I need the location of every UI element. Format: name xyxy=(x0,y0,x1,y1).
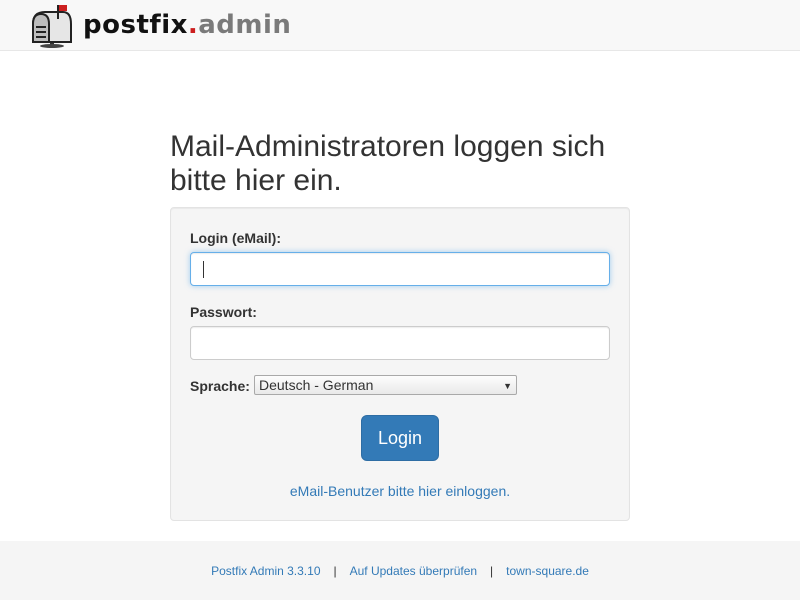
top-navbar: postfix.admin xyxy=(0,0,800,51)
mailbox-icon xyxy=(32,5,72,48)
brand-dot: . xyxy=(187,10,199,40)
brand-admin: admin xyxy=(198,10,292,40)
login-panel: Login (eMail): Passwort: Sprache: Deutsc… xyxy=(170,207,630,521)
login-label: Login (eMail): xyxy=(190,230,281,246)
brand-postfix: postfix xyxy=(83,10,188,40)
brand-link[interactable]: postfix.admin xyxy=(27,2,291,50)
brand-name: postfix.admin xyxy=(83,8,291,42)
language-label: Sprache: xyxy=(190,378,250,394)
login-button[interactable]: Login xyxy=(361,415,439,461)
login-email-input[interactable] xyxy=(190,252,610,286)
footer-links: Postfix Admin 3.3.10 | Auf Updates überprü… xyxy=(0,564,800,578)
password-input[interactable] xyxy=(190,326,610,360)
footer-site-link[interactable]: town-square.de xyxy=(506,564,589,578)
language-select[interactable]: Deutsch - German ▼ xyxy=(254,375,517,395)
password-label: Passwort: xyxy=(190,304,257,320)
footer: Postfix Admin 3.3.10 | Auf Updates überprü… xyxy=(0,541,800,600)
language-selected-value: Deutsch - German xyxy=(259,377,374,393)
footer-separator: | xyxy=(490,564,494,578)
user-login-link[interactable]: eMail-Benutzer bitte hier einloggen. xyxy=(171,483,629,499)
dropdown-arrow-icon: ▼ xyxy=(503,381,512,391)
footer-version-link[interactable]: Postfix Admin 3.3.10 xyxy=(211,564,320,578)
page-title: Mail-Administratoren loggen sich bitte h… xyxy=(170,130,606,197)
footer-separator: | xyxy=(333,564,337,578)
text-caret xyxy=(203,261,204,278)
footer-updates-link[interactable]: Auf Updates überprüfen xyxy=(350,564,477,578)
